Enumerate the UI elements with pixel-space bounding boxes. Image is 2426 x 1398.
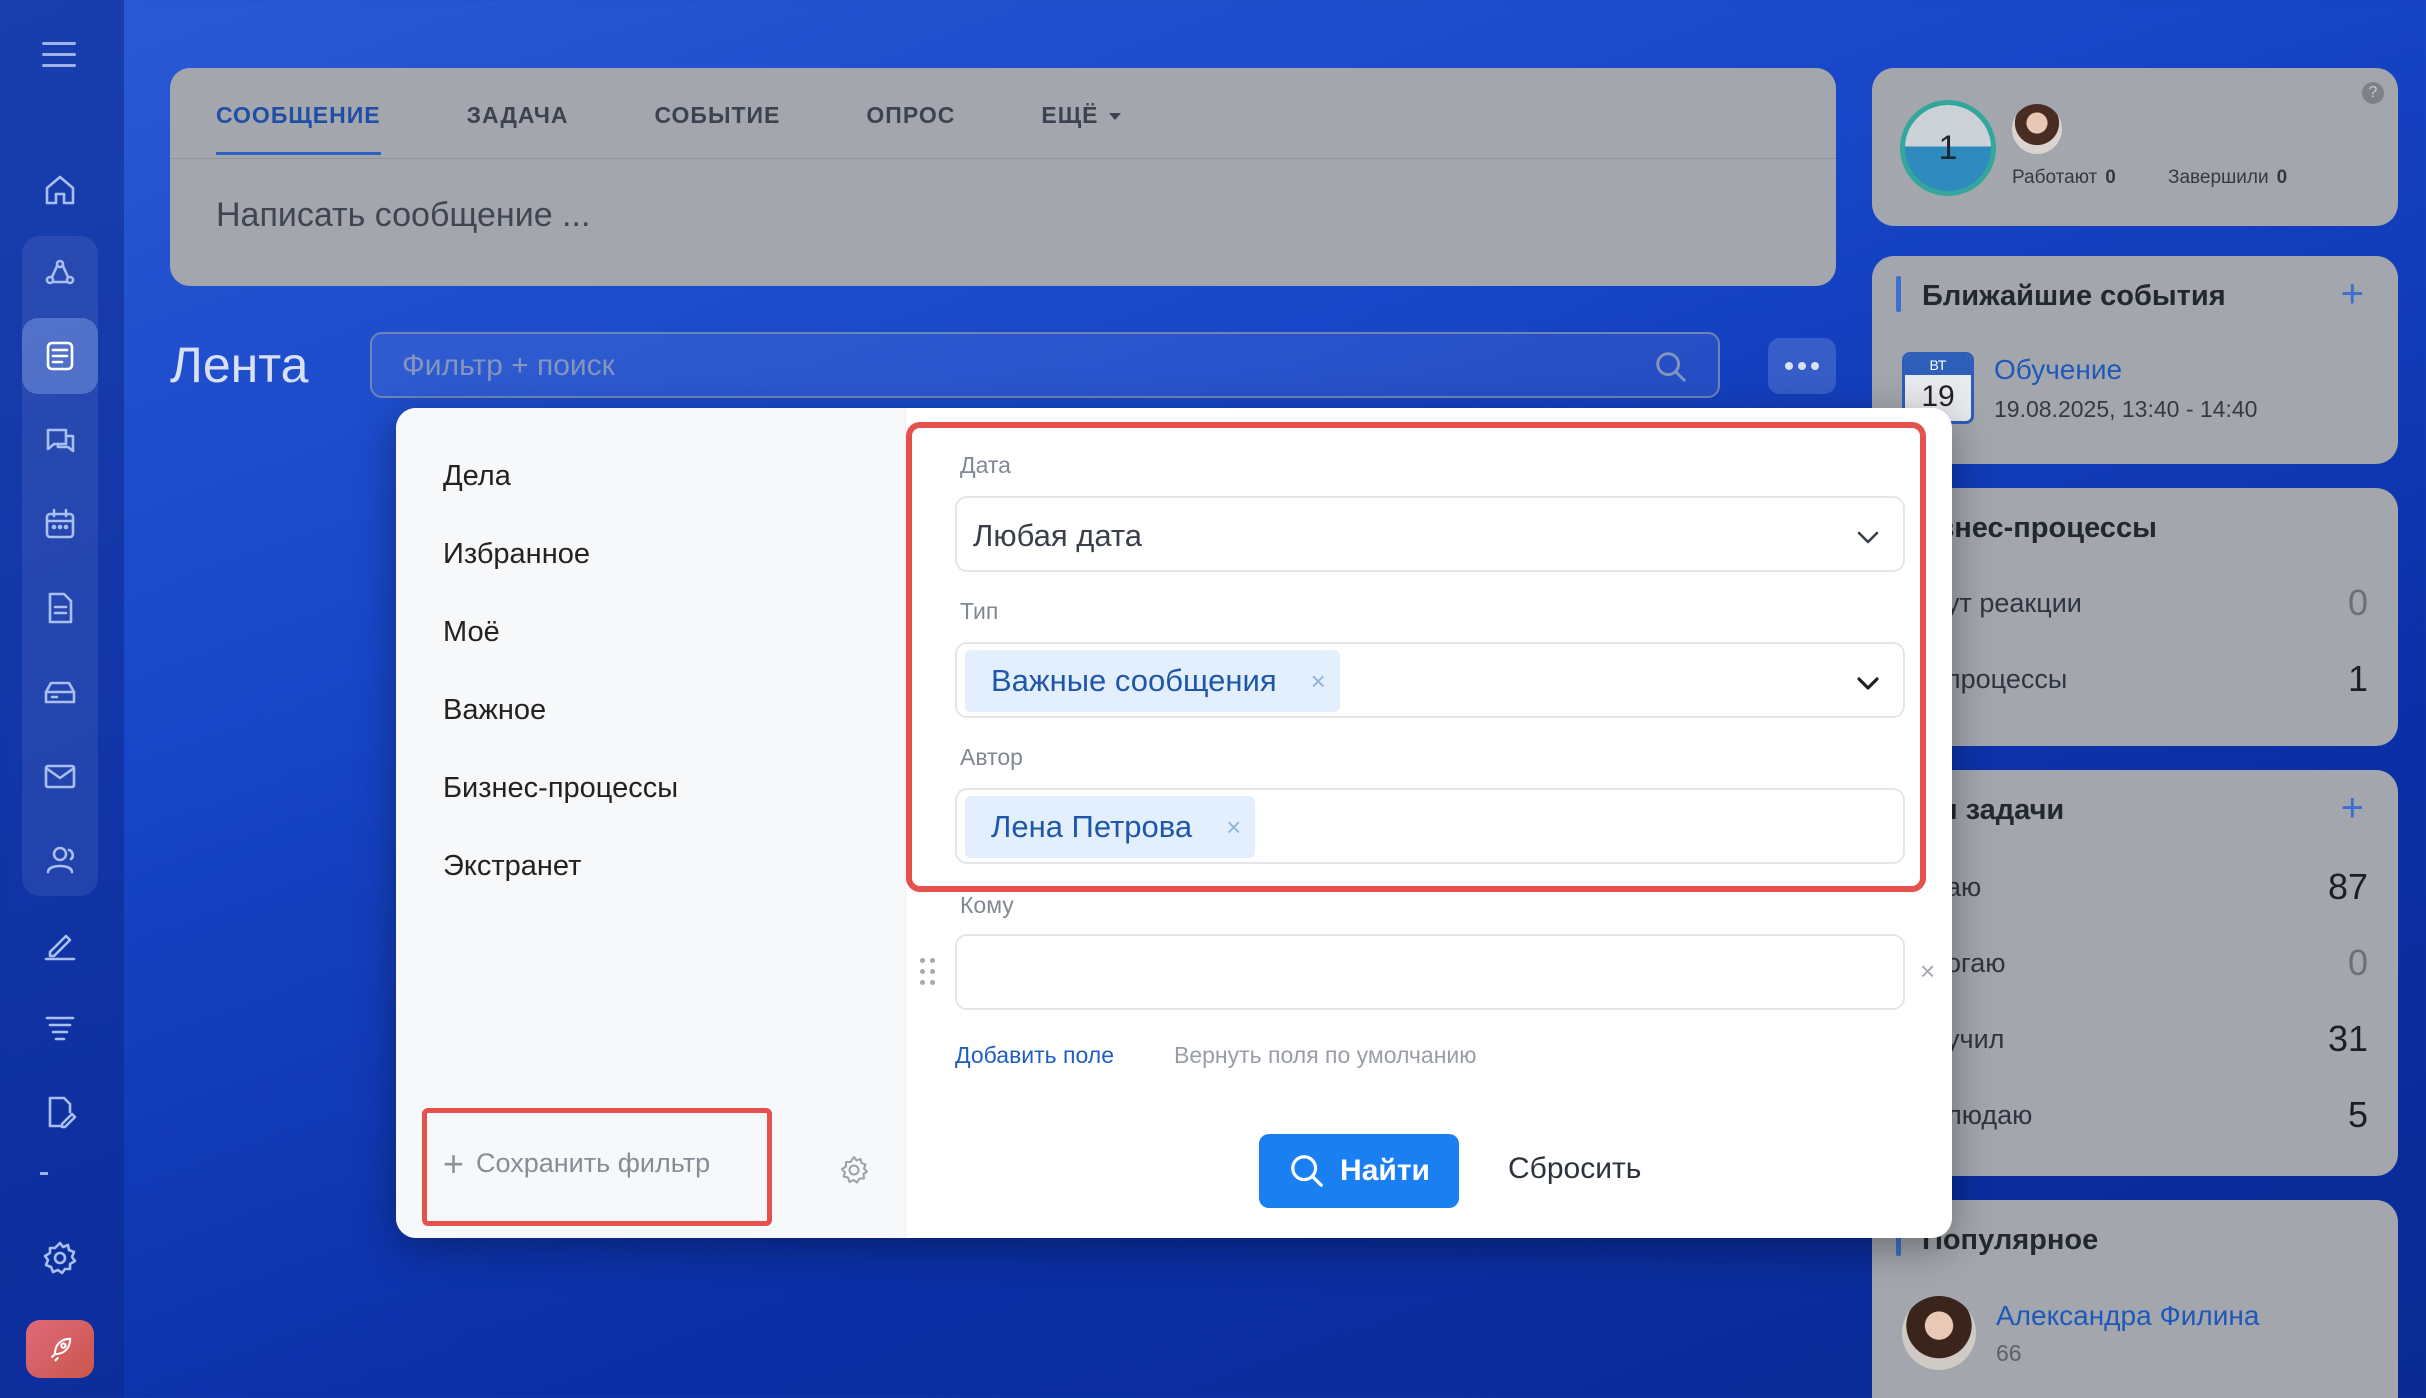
composer-tabs: СООБЩЕНИЕ ЗАДАЧА СОБЫТИЕ ОПРОС ЕЩЁ (216, 102, 1121, 155)
tab-more-label: ЕЩЁ (1041, 102, 1099, 128)
events-title: Ближайшие события (1896, 276, 2226, 312)
tab-event[interactable]: СОБЫТИЕ (655, 102, 781, 155)
sign-icon[interactable] (22, 906, 98, 982)
working-value: 0 (2105, 167, 2116, 188)
popular-user-link[interactable]: Александра Филина (1996, 1300, 2259, 1332)
preset-item[interactable]: Избранное (443, 538, 590, 571)
filter-popup: Дела Избранное Моё Важное Бизнес-процесс… (396, 408, 1952, 1238)
search-input[interactable] (402, 346, 1622, 386)
preset-item[interactable]: Моё (443, 616, 500, 649)
add-event-button[interactable]: + (2341, 274, 2364, 314)
tab-more[interactable]: ЕЩЁ (1041, 102, 1121, 155)
doc-edit-icon[interactable] (22, 1074, 98, 1150)
to-label: Кому (960, 892, 1014, 918)
search-icon[interactable] (1652, 348, 1690, 386)
add-task-button[interactable]: + (2341, 788, 2364, 828)
popular-count: 66 (1996, 1340, 2022, 1366)
chat-icon[interactable] (22, 402, 98, 478)
tab-task[interactable]: ЗАДАЧА (467, 102, 569, 155)
preset-item[interactable]: Дела (443, 460, 511, 493)
caret-down-icon (1108, 113, 1121, 121)
list-item-value: 1 (2347, 658, 2368, 699)
save-filter-highlight (422, 1108, 772, 1226)
working-label: Работают (2012, 167, 2098, 188)
preset-item[interactable]: Бизнес-процессы (443, 772, 678, 805)
rail-separator (40, 1172, 48, 1175)
more-icon[interactable] (1768, 338, 1836, 394)
preset-item[interactable]: Экстранет (443, 850, 581, 883)
drive-icon[interactable] (22, 654, 98, 730)
popular-card: Популярное Александра Филина 66 (1872, 1200, 2398, 1398)
event-link[interactable]: Обучение (1994, 354, 2122, 386)
list-item-label: огаю (1946, 948, 2006, 978)
find-button[interactable]: Найти (1259, 1134, 1459, 1208)
list-item-label: учил (1946, 1024, 2005, 1054)
feed-icon[interactable] (22, 318, 98, 394)
workflow-icon[interactable] (22, 236, 98, 312)
reset-button[interactable]: Сбросить (1508, 1152, 1641, 1186)
home-icon[interactable] (22, 152, 98, 228)
funnel-icon[interactable] (22, 990, 98, 1066)
to-field[interactable] (955, 934, 1905, 1010)
list-item-value: 5 (2347, 1094, 2368, 1135)
list-item-value: 0 (2347, 942, 2368, 983)
bp-title: изнес-процессы (1896, 508, 2157, 544)
add-field-link[interactable]: Добавить поле (955, 1042, 1114, 1069)
search-icon (1291, 1155, 1323, 1187)
menu-icon[interactable] (42, 42, 76, 68)
list-item-label: ут реакции (1946, 588, 2082, 618)
finished-label: Завершили (2168, 167, 2269, 188)
calendar-icon[interactable] (22, 486, 98, 562)
drag-handle-icon[interactable] (920, 958, 940, 988)
find-button-label: Найти (1340, 1154, 1430, 1187)
rocket-icon[interactable] (26, 1320, 94, 1378)
avatar[interactable] (2012, 104, 2062, 154)
tab-poll[interactable]: ОПРОС (866, 102, 955, 155)
document-icon[interactable] (22, 570, 98, 646)
left-rail (0, 0, 124, 1398)
contacts-icon[interactable] (22, 822, 98, 898)
composer-divider (170, 158, 1836, 159)
avatar[interactable] (1902, 1296, 1976, 1370)
fields-highlight (906, 422, 1926, 892)
list-item-label: процессы (1946, 664, 2068, 694)
remove-field-icon[interactable]: × (1920, 956, 1935, 987)
status-ring[interactable]: 1 (1900, 100, 1996, 196)
filter-search-box[interactable] (370, 332, 1720, 398)
calendar-weekday: ВТ (1905, 355, 1971, 375)
message-input[interactable]: Написать сообщение ... (216, 196, 590, 235)
finished-stat: Завершили 0 (2168, 167, 2287, 189)
tab-message[interactable]: СООБЩЕНИЕ (216, 102, 381, 155)
finished-value: 0 (2276, 167, 2288, 188)
help-icon[interactable]: ? (2362, 82, 2384, 104)
page-title: Лента (170, 337, 309, 393)
list-item-value: 87 (2327, 866, 2368, 907)
filter-presets-panel: Дела Избранное Моё Важное Бизнес-процесс… (396, 408, 906, 1238)
list-item-value: 0 (2347, 582, 2368, 623)
restore-fields-link[interactable]: Вернуть поля по умолчанию (1174, 1042, 1477, 1069)
settings-icon[interactable] (22, 1220, 98, 1296)
gear-icon[interactable] (838, 1154, 870, 1186)
list-item-value: 31 (2327, 1018, 2368, 1059)
preset-item[interactable]: Важное (443, 694, 546, 727)
post-composer: СООБЩЕНИЕ ЗАДАЧА СОБЫТИЕ ОПРОС ЕЩЁ Напис… (170, 68, 1836, 286)
list-item-label: людаю (1946, 1100, 2033, 1130)
status-card: 1 Работают 0 Завершили 0 ? (1872, 68, 2398, 226)
mail-icon[interactable] (22, 738, 98, 814)
event-time: 19.08.2025, 13:40 - 14:40 (1994, 396, 2258, 422)
working-stat: Работают 0 (2012, 167, 2116, 189)
